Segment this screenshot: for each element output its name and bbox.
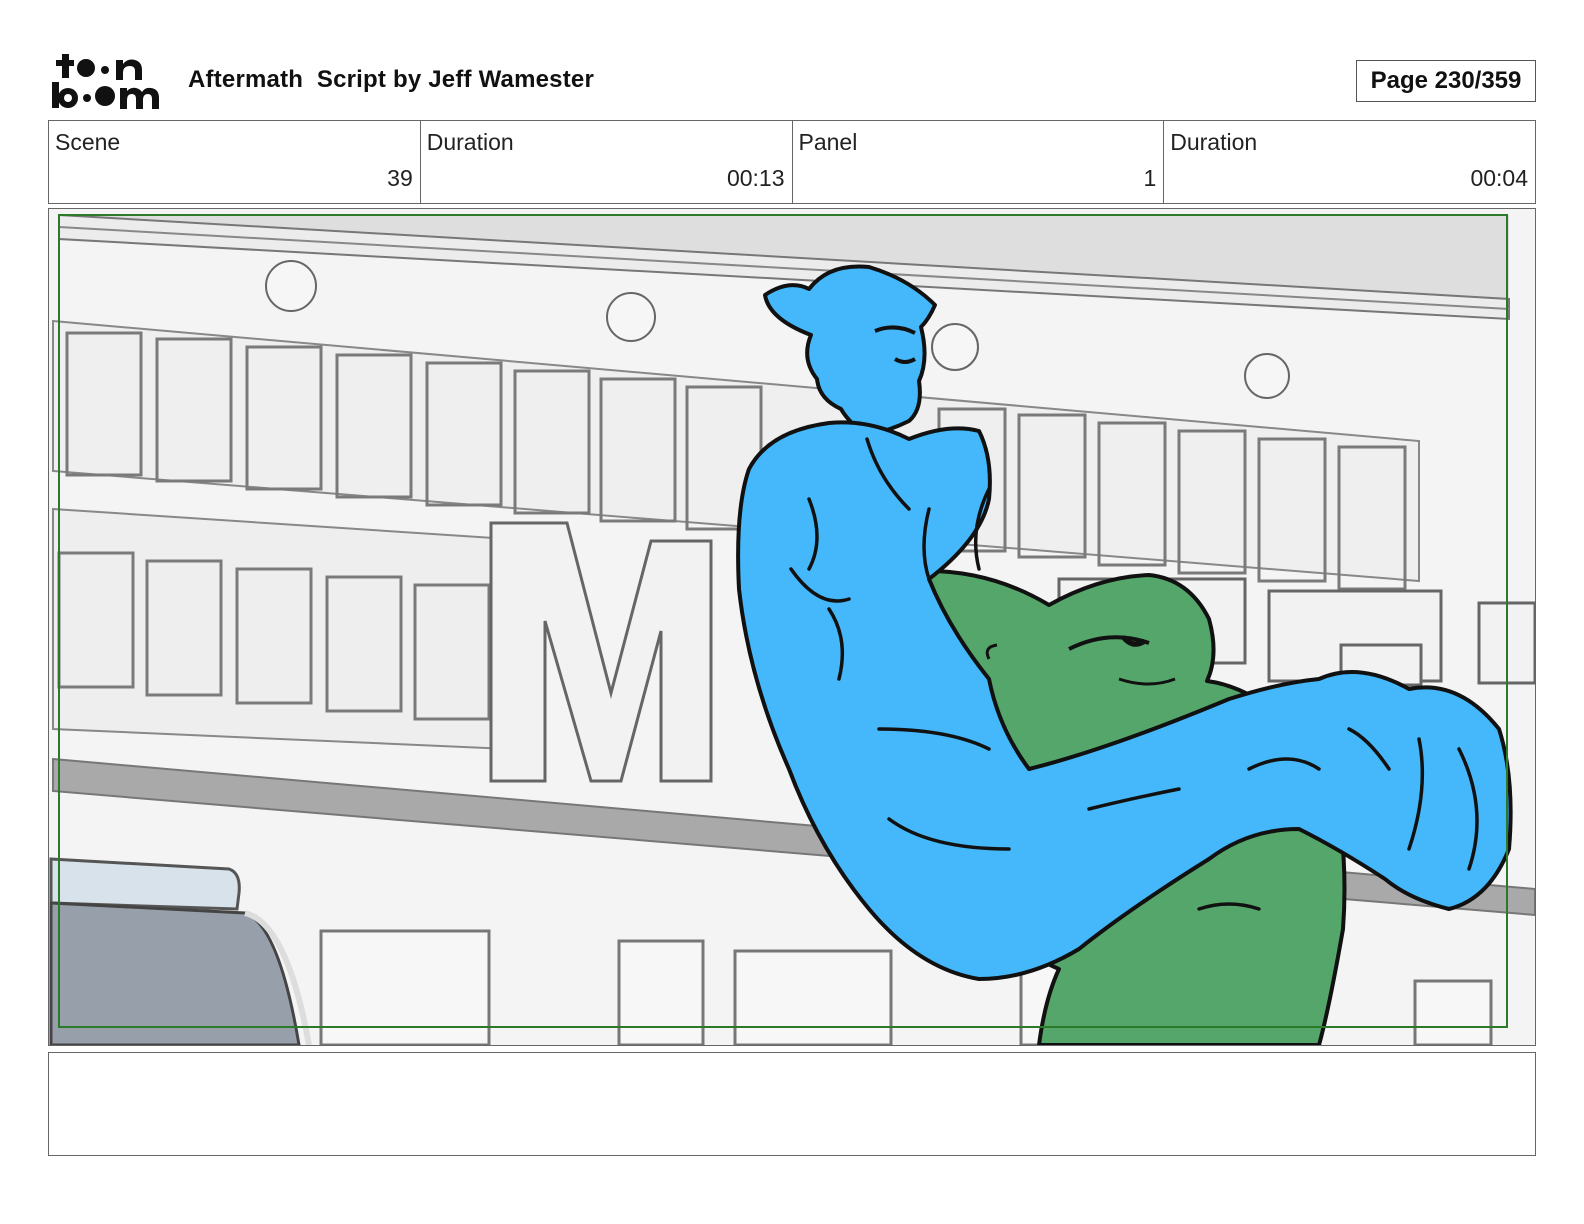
panel-duration-value: 00:04 [1470,165,1528,191]
panel-cell: Panel 1 [793,121,1165,203]
scene-label: Scene [55,129,121,155]
scene-duration-value: 00:13 [726,165,785,191]
panel-duration-label: Duration [1170,129,1258,155]
panel-value: 1 [1143,165,1157,191]
scene-duration-label: Duration [426,129,514,155]
scene-value: 39 [387,165,413,191]
storyboard-panel [48,208,1536,1046]
script-title: Aftermath Script by Jeff Wamester [188,66,595,93]
page-number: Page 230/359 [1356,60,1536,102]
panel-duration-cell: Duration 00:04 [1164,121,1535,203]
toon-boom-logo [50,50,166,112]
scene-duration-cell: Duration 00:13 [421,121,793,203]
panel-notes-box [48,1052,1536,1156]
scene-cell: Scene 39 [49,121,421,203]
panel-label: Panel [798,129,858,155]
scene-info-bar: Scene 39 Duration 00:13 Panel 1 Duration… [48,120,1536,204]
panel-drawing [49,209,1535,1045]
